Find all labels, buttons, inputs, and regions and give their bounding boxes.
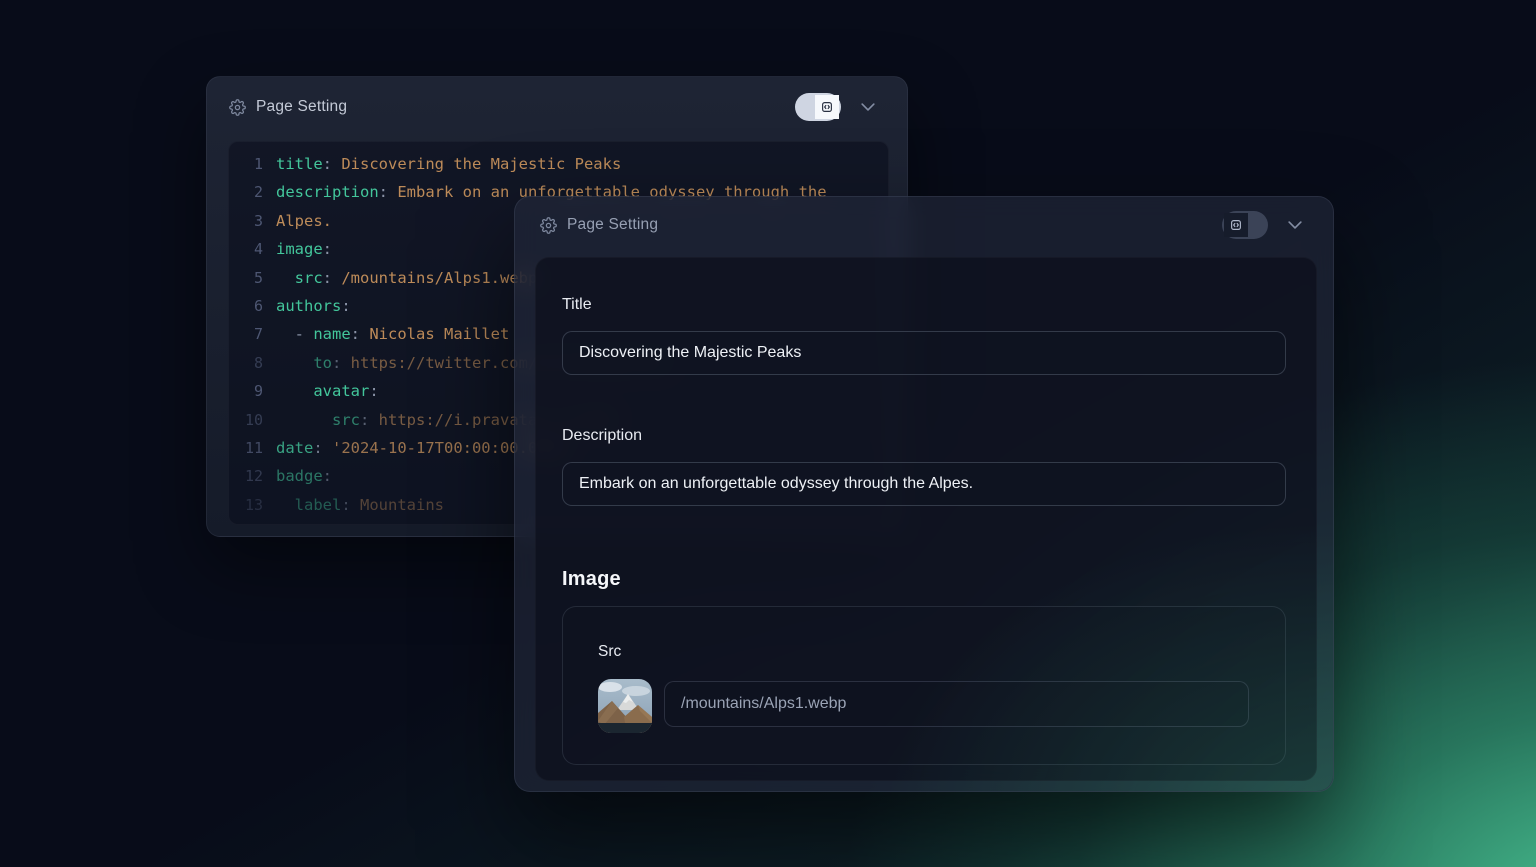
image-thumbnail — [598, 679, 652, 733]
line-number: 6 — [229, 292, 263, 320]
panel-title: Page Setting — [567, 216, 658, 234]
code-text: badge: — [276, 462, 332, 490]
code-text: image: — [276, 235, 332, 263]
chevron-down-icon[interactable] — [1285, 215, 1305, 235]
line-number: 10 — [229, 406, 263, 434]
panel-title: Page Setting — [256, 98, 347, 116]
gear-icon — [540, 217, 557, 234]
line-number: 5 — [229, 264, 263, 292]
code-view-toggle[interactable] — [1222, 211, 1268, 239]
line-number: 12 — [229, 462, 263, 490]
code-text: Alpes. — [276, 207, 332, 235]
gear-icon — [229, 99, 246, 116]
code-text: authors: — [276, 292, 351, 320]
code-text: title: Discovering the Majestic Peaks — [276, 150, 621, 178]
line-number: 8 — [229, 349, 263, 377]
line-number: 2 — [229, 178, 263, 206]
src-row — [598, 679, 1249, 733]
code-frame-icon — [815, 95, 839, 119]
line-number: 4 — [229, 235, 263, 263]
line-number: 3 — [229, 207, 263, 235]
description-field-label: Description — [562, 427, 1286, 445]
description-input[interactable] — [562, 462, 1286, 506]
code-text: label: Mountains — [276, 491, 444, 519]
code-line: 1 title: Discovering the Majestic Peaks — [229, 150, 888, 178]
title-field-label: Title — [562, 296, 1286, 314]
form-panel-header: Page Setting — [515, 197, 1333, 253]
line-number: 9 — [229, 377, 263, 405]
code-panel-header: Page Setting — [207, 77, 907, 137]
line-number: 7 — [229, 320, 263, 348]
title-input[interactable] — [562, 331, 1286, 375]
src-input[interactable] — [664, 681, 1249, 727]
code-text: - name: Nicolas Maillet — [276, 320, 509, 348]
src-field-label: Src — [598, 643, 1249, 661]
line-number: 11 — [229, 434, 263, 462]
line-number: 13 — [229, 491, 263, 519]
image-group: Src — [562, 606, 1286, 765]
desktop-background: Page Setting 1 title: Discovering the Maj… — [0, 0, 1536, 867]
code-text: avatar: — [276, 377, 379, 405]
image-section-heading: Image — [562, 568, 1286, 591]
form-card: Title Description Image Src — [535, 257, 1317, 781]
code-text: src: /mountains/Alps1.webp — [276, 264, 537, 292]
code-view-toggle[interactable] — [795, 93, 841, 121]
page-setting-form-panel: Page Setting Title Description Image Src — [514, 196, 1334, 792]
line-number: 1 — [229, 150, 263, 178]
code-frame-icon — [1224, 213, 1248, 237]
chevron-down-icon[interactable] — [858, 97, 878, 117]
